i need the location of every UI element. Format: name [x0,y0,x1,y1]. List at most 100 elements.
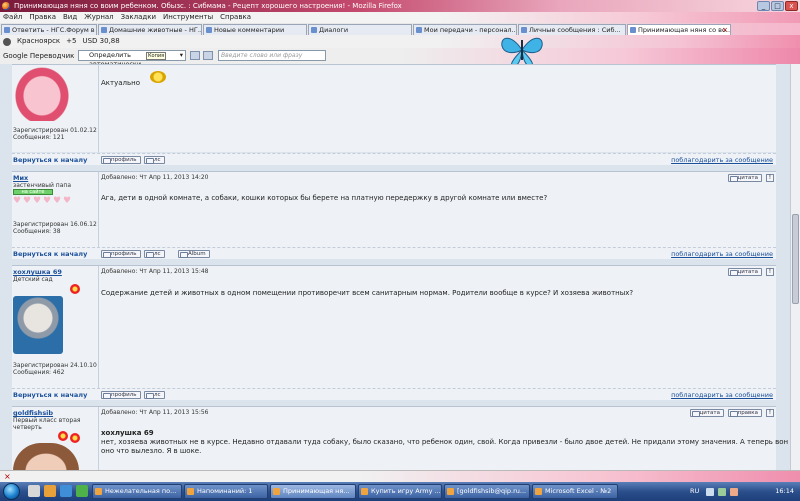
quicklaunch-icon[interactable] [44,485,56,497]
tab-close-icon[interactable]: × [722,25,728,35]
tab-new-comments[interactable]: Новые комментарии [203,24,307,35]
back-to-top-link[interactable]: Вернуться к началу [13,391,87,399]
menu-history[interactable]: Журнал [84,12,113,23]
tab-strip: Ответить - НГС.Форум в Н... Домашние жив… [0,23,800,35]
translate-icon[interactable] [203,51,213,60]
profile-button[interactable]: профиль [101,391,141,399]
post-author-column: хохлушка 69 Детский сад Зарегистрирован … [12,266,99,388]
post-3: хохлушка 69 Детский сад Зарегистрирован … [12,265,776,388]
heart-icon: ♥ [63,196,72,206]
menu-tools[interactable]: Инструменты [163,12,213,23]
profile-button[interactable]: профиль [101,156,141,164]
tab-dialogs[interactable]: Диалоги [308,24,412,35]
window-title: Принимающая няня со воим ребенком. Обызс… [14,2,402,10]
task-button-active[interactable]: Принимающая ня... [270,484,356,499]
thanks-link[interactable]: поблагодарить за сообщение [671,156,773,164]
task-label: Нежелательная по... [105,487,177,495]
username[interactable]: goldfishsib [13,409,53,417]
close-icon[interactable]: × [4,472,11,481]
tab-reply[interactable]: Ответить - НГС.Форум в Н... [1,24,97,35]
clock[interactable]: 16:14 [775,482,794,501]
username[interactable]: Мих [13,174,28,182]
album-button[interactable]: Album [178,250,210,258]
thanks-link[interactable]: поблагодарить за сообщение [671,250,773,258]
registration-date: Зарегистрирован 16.06.12 [13,221,97,228]
quote-button[interactable]: цитата [727,174,762,182]
task-button[interactable]: Купить игру Army ... [358,484,442,499]
language-select[interactable]: Определить автоматически [78,50,186,68]
page-scrollbar[interactable] [790,64,800,470]
task-button[interactable]: Напоминаний: 1 [184,484,268,499]
window-controls: _ □ x [757,1,798,11]
info-icon[interactable]: ! [766,409,774,417]
post-1-footer: Вернуться к началу профиль лс поблагодар… [12,153,776,165]
gear-icon[interactable] [3,37,11,46]
message-count: Сообщения: 462 [13,369,65,376]
quicklaunch-icon[interactable] [60,485,72,497]
scrollbar-thumb[interactable] [792,214,799,304]
thanks-link[interactable]: поблагодарить за сообщение [671,391,773,399]
avatar [13,65,71,121]
tab-label: Принимающая няня со во... [638,26,731,34]
window-title-bar: Принимающая няня со воим ребенком. Обызс… [0,0,800,12]
currency-usd[interactable]: USD 30,88 [82,35,119,48]
quicklaunch-icon[interactable] [28,485,40,497]
avatar [13,296,63,354]
menu-bookmarks[interactable]: Закладки [121,12,156,23]
translator-label: Google Переводчик [3,52,75,60]
weather-city[interactable]: Красноярск [17,35,60,48]
flower-icon [70,284,80,294]
status-bar: × [0,470,800,482]
pm-button[interactable]: лс [144,250,165,258]
quote-button[interactable]: цитата [727,268,762,276]
menu-edit[interactable]: Правка [29,12,56,23]
quicklaunch-icon[interactable] [76,485,88,497]
butterfly-decoration [501,37,543,67]
user-rank: застенчивый папа [13,182,71,189]
tray-icon[interactable] [730,488,738,496]
task-button[interactable]: Нежелательная по... [92,484,182,499]
translate-input[interactable]: Введите слово или фразу [218,50,326,61]
flower-icon [70,433,80,443]
heart-icon: ♥ [33,196,42,206]
maximize-button[interactable]: □ [771,1,784,11]
menu-help[interactable]: Справка [220,12,251,23]
info-icon[interactable]: ! [766,174,774,182]
tab-pets[interactable]: Домашние животные - НГ... [98,24,202,35]
user-rank: Первый класс вторая [13,417,81,424]
edit-button[interactable]: правка [727,409,762,417]
menu-bar: Файл Правка Вид Журнал Закладки Инструме… [0,12,800,23]
swap-icon[interactable] [190,51,200,60]
task-button[interactable]: [goldfishsib@qip.ru... [444,484,530,499]
tray-icon[interactable] [706,488,714,496]
menu-view[interactable]: Вид [63,12,77,23]
back-to-top-link[interactable]: Вернуться к началу [13,156,87,164]
quote-button[interactable]: цитата [689,409,724,417]
task-label: Купить игру Army ... [371,487,441,495]
system-tray: RU 16:14 [682,482,800,501]
tray-icon[interactable] [718,488,726,496]
post-text: нет, хозяева животных не в курсе. Недавн… [101,438,789,446]
profile-button[interactable]: профиль [101,250,141,258]
minimize-button[interactable]: _ [757,1,770,11]
message-count: Сообщения: 121 [13,134,65,141]
menu-file[interactable]: Файл [3,12,22,23]
post-body: Добавлено: Чт Апр 11, 2013 15:56 цитата … [100,407,788,470]
back-to-top-link[interactable]: Вернуться к началу [13,250,87,258]
rating-hearts: ♥ ♥ ♥ ♥ ♥ ♥ [13,196,72,206]
info-icon[interactable]: ! [766,268,774,276]
post-text-2: оно что вылезло. Я в шоке. [101,447,202,455]
pm-button[interactable]: лс [144,156,165,164]
task-button[interactable]: Microsoft Excel - №2 [532,484,618,499]
tab-current-topic[interactable]: Принимающая няня со во... × [627,24,731,35]
close-button[interactable]: x [785,1,798,11]
heart-icon: ♥ [23,196,32,206]
translator-bar: Google Переводчик Определить автоматичес… [0,48,800,68]
start-button[interactable] [3,483,20,500]
task-label: Напоминаний: 1 [197,487,253,495]
post-date: Добавлено: Чт Апр 11, 2013 15:48 [101,268,209,275]
pm-button[interactable]: лс [144,391,165,399]
input-language[interactable]: RU [690,482,699,501]
username[interactable]: хохлушка 69 [13,268,62,276]
tab-label: Диалоги [319,26,349,34]
